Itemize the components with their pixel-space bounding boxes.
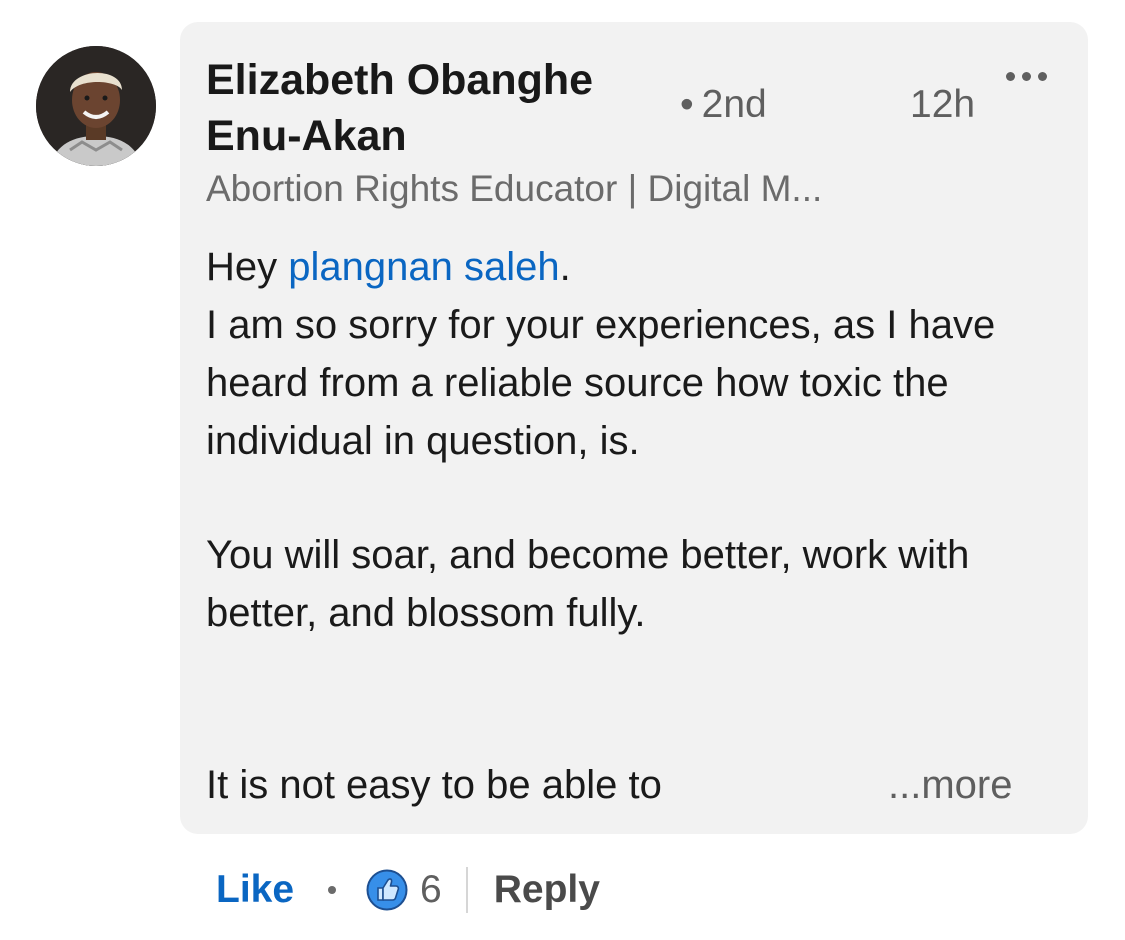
action-divider	[465, 867, 468, 913]
thumbs-up-icon[interactable]	[366, 869, 408, 911]
comment-page: Elizabeth Obanghe Enu-Akan • 2nd 12h Abor…	[0, 0, 1125, 940]
avatar[interactable]	[36, 46, 156, 166]
greeting-text: Hey	[206, 245, 289, 289]
author-headline: Abortion Rights Educator | Digital M...	[206, 168, 823, 209]
connection-degree: • 2nd	[680, 82, 767, 128]
greeting-end: .	[559, 245, 571, 289]
separator-dot-icon	[328, 886, 337, 894]
comment-paragraph: You will soar, and become better, work w…	[206, 533, 970, 635]
more-horizontal-icon[interactable]	[1006, 62, 1054, 90]
comment-paragraph: I am so sorry for your experiences, as I…	[206, 303, 996, 463]
timestamp: 12h	[910, 83, 976, 126]
more-dot	[1022, 72, 1031, 81]
reply-button[interactable]: Reply	[494, 868, 600, 912]
greeting-line: Hey plangnan saleh.	[206, 238, 1066, 296]
like-button[interactable]: Like	[216, 868, 294, 912]
author-name[interactable]: Elizabeth Obanghe Enu-Akan	[206, 52, 676, 164]
more-dot	[1006, 72, 1015, 81]
mention-link[interactable]: plangnan saleh	[288, 245, 559, 289]
comment-body: Hey plangnan saleh. I am so sorry for yo…	[206, 238, 1066, 642]
separator-dot: •	[680, 83, 694, 126]
more-dot	[1038, 72, 1047, 81]
comment-paragraph-truncated: It is not easy to be able to	[206, 763, 662, 807]
avatar-photo	[36, 46, 156, 166]
see-more-link[interactable]: ...more	[888, 756, 1012, 814]
reaction-count[interactable]: 6	[420, 868, 442, 912]
connection-degree-label: 2nd	[701, 83, 767, 126]
comment-actions: Like 6 Reply	[216, 862, 600, 918]
